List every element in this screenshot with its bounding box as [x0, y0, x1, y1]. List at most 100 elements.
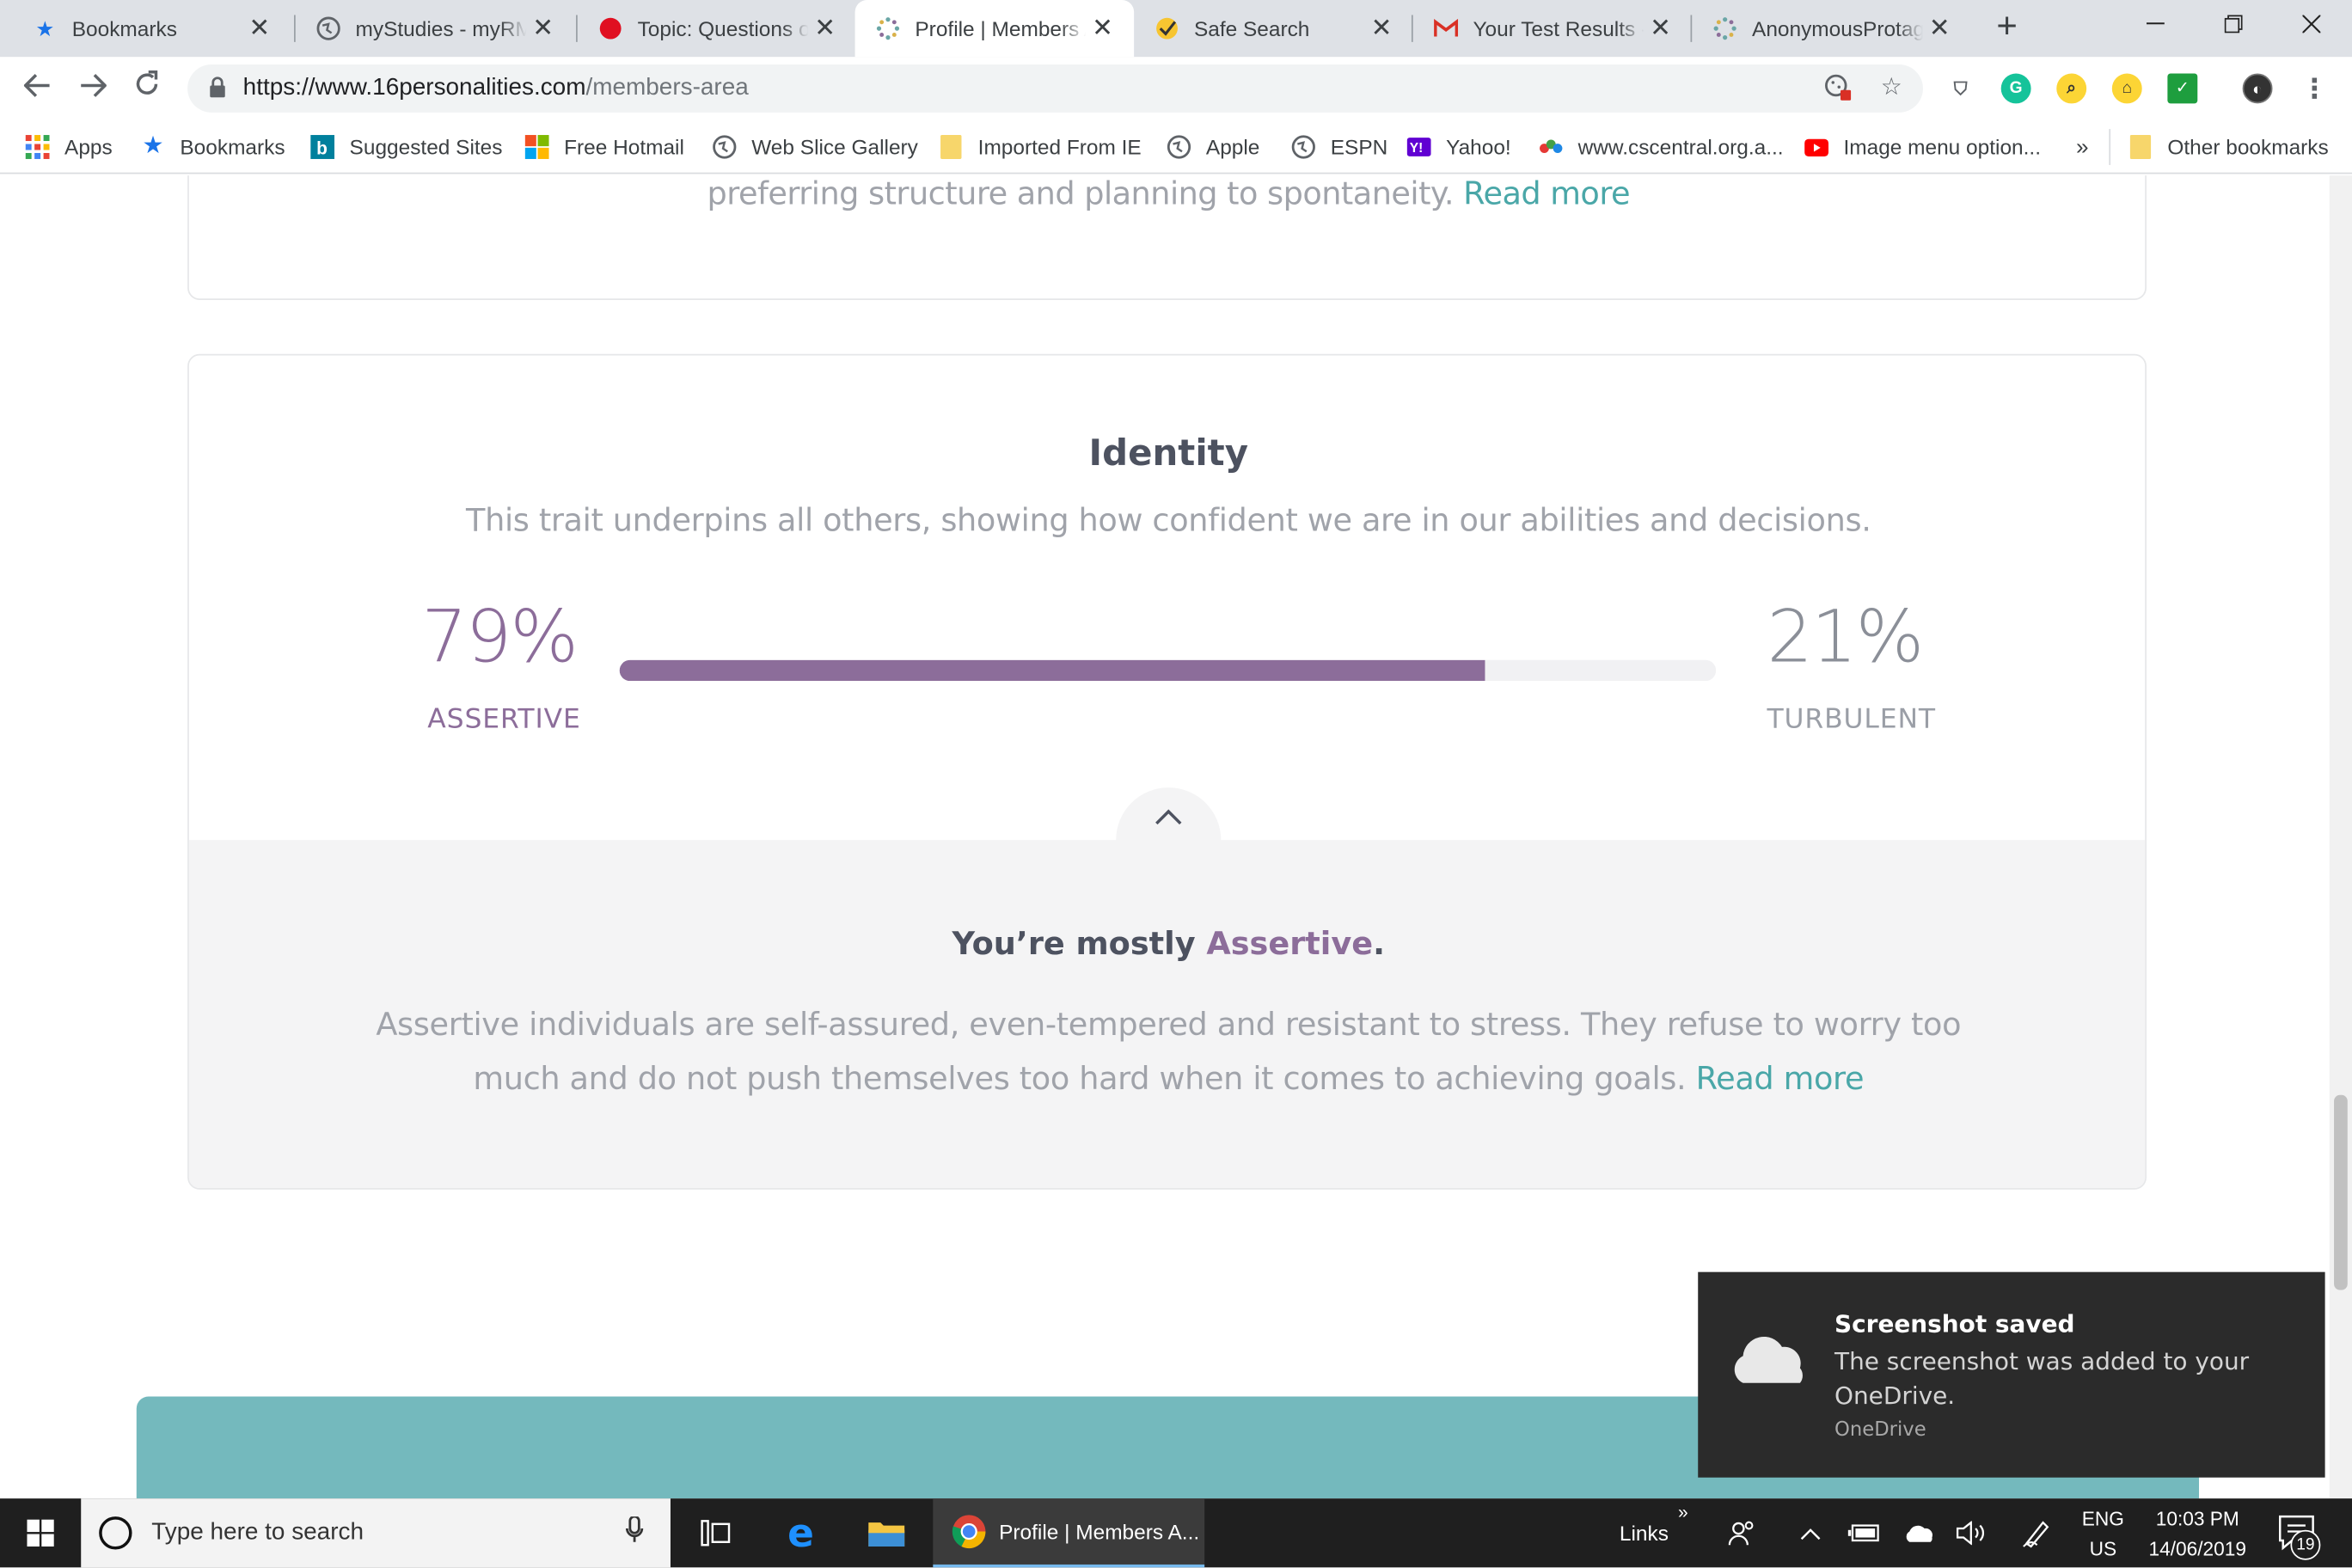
chevron-up-icon — [1155, 809, 1182, 825]
globe-icon — [1291, 135, 1315, 159]
trait-description: This trait underpins all others, showing… — [466, 502, 1871, 539]
read-more-link[interactable]: Read more — [1696, 1061, 1865, 1097]
notification-count-badge: 19 — [2290, 1529, 2321, 1560]
address-bar[interactable]: https://www.16personalities.com/members-… — [187, 64, 1923, 113]
battery-icon[interactable] — [1845, 1498, 1883, 1567]
profile-avatar[interactable]: ◐ — [2242, 73, 2273, 104]
bookmark-bookmarks[interactable]: ★ Bookmarks — [141, 129, 285, 165]
taskbar-chrome-button[interactable]: Profile | Members A... — [933, 1498, 1205, 1568]
close-icon[interactable]: ✕ — [526, 14, 559, 44]
blocked-cookies-icon[interactable] — [1822, 74, 1853, 104]
taskbar-chrome-label: Profile | Members A... — [999, 1519, 1200, 1544]
start-button[interactable] — [0, 1498, 81, 1567]
taskbar-search-box[interactable]: Type here to search — [81, 1498, 671, 1568]
previous-trait-card: preferring structure and planning to spo… — [187, 175, 2147, 300]
bookmark-cscentral[interactable]: www.cscentral.org.a... — [1539, 129, 1784, 165]
minimize-button[interactable] — [2116, 0, 2195, 48]
chevron-up-icon[interactable] — [1792, 1498, 1828, 1567]
close-window-button[interactable] — [2273, 0, 2351, 48]
bookmarks-overflow-button[interactable]: » — [2076, 129, 2089, 165]
volume-icon[interactable] — [1953, 1498, 1992, 1567]
input-language[interactable]: ENG US — [2078, 1504, 2128, 1565]
tab-test-results[interactable]: Your Test Results - 16P ✕ — [1413, 0, 1693, 57]
bookmark-star-icon[interactable]: ☆ — [1877, 74, 1907, 104]
close-icon[interactable]: ✕ — [809, 14, 842, 44]
edge-icon[interactable]: e — [780, 1510, 824, 1555]
collapse-toggle-button[interactable] — [1116, 787, 1222, 845]
folder-icon — [2128, 135, 2153, 159]
windows-start-icon — [27, 1519, 54, 1547]
lock-icon — [210, 77, 225, 98]
tab-title: Profile | Members Area — [915, 16, 1086, 41]
bookmark-label: ESPN — [1330, 135, 1388, 159]
tab-topic-questions[interactable]: Topic: Questions on ✕ — [578, 0, 857, 57]
pen-workspace-icon[interactable] — [2016, 1498, 2058, 1567]
bookmark-label: Suggested Sites — [349, 135, 503, 159]
identity-trait-card: Identity This trait underpins all others… — [187, 353, 2147, 1190]
restore-button[interactable] — [2195, 0, 2273, 48]
extension-check-icon[interactable]: ✓ — [2167, 73, 2198, 104]
extension-search-icon[interactable]: ⌕ — [2056, 73, 2087, 104]
back-button[interactable] — [20, 70, 56, 107]
task-view-icon[interactable] — [693, 1510, 738, 1555]
turbulent-label: TURBULENT — [1767, 703, 1936, 736]
bookmark-imported-from-ie[interactable]: Imported From IE — [939, 129, 1142, 165]
bookmark-other-bookmarks[interactable]: Other bookmarks — [2128, 129, 2329, 165]
url-path: /members-area — [585, 75, 749, 101]
extension-shield-icon[interactable]: ⛉ — [1945, 74, 1975, 104]
menu-kebab-icon[interactable]: ⋮ — [2300, 74, 2330, 104]
16p-icon — [1713, 16, 1737, 40]
reload-button[interactable] — [129, 70, 165, 107]
assertive-percent: 79% — [421, 595, 579, 680]
close-icon[interactable]: ✕ — [1644, 14, 1676, 44]
tab-safe-search[interactable]: Safe Search ✕ — [1134, 0, 1413, 57]
globe-icon — [713, 135, 737, 159]
tab-title: Safe Search — [1193, 16, 1310, 41]
bookmark-suggested-sites[interactable]: b Suggested Sites — [310, 129, 502, 165]
previous-trait-text: preferring structure and planning to spo… — [189, 175, 2148, 211]
16p-icon — [876, 16, 900, 40]
page-scrollbar[interactable] — [2329, 175, 2352, 1499]
chrome-icon — [952, 1515, 986, 1549]
bookmark-label: Other bookmarks — [2167, 135, 2329, 159]
bookmarks-bar: Apps ★ Bookmarks b Suggested Sites Free … — [0, 119, 2352, 175]
bookmark-label: Web Slice Gallery — [751, 135, 918, 159]
file-explorer-icon[interactable] — [864, 1510, 909, 1555]
close-icon[interactable]: ✕ — [243, 14, 276, 44]
grammarly-icon[interactable]: G — [2000, 73, 2031, 104]
extension-home-icon[interactable]: ⌂ — [2111, 73, 2142, 104]
new-tab-button[interactable]: + — [1989, 9, 2025, 45]
close-icon[interactable]: ✕ — [1365, 14, 1398, 44]
tab-profile-members[interactable]: Profile | Members Area ✕ — [854, 0, 1135, 58]
links-overflow-icon[interactable]: » — [1668, 1478, 1698, 1547]
apps-grid-icon — [25, 135, 50, 159]
microphone-icon[interactable] — [625, 1515, 644, 1551]
check-icon — [1155, 16, 1179, 40]
tab-mystudies[interactable]: myStudies - myRMIT ✕ — [296, 0, 575, 57]
close-icon[interactable]: ✕ — [1086, 14, 1118, 44]
read-more-link[interactable]: Read more — [1463, 175, 1630, 211]
bookmark-espn[interactable]: ESPN — [1291, 129, 1387, 165]
red-badge-icon — [598, 16, 622, 40]
forward-button[interactable] — [75, 70, 111, 107]
taskbar-clock[interactable]: 10:03 PM 14/06/2019 — [2137, 1504, 2257, 1565]
svg-text:b: b — [316, 139, 328, 159]
scrollbar-thumb[interactable] — [2334, 1094, 2348, 1290]
bookmark-web-slice-gallery[interactable]: Web Slice Gallery — [713, 129, 918, 165]
bookmark-apple[interactable]: Apple — [1167, 129, 1259, 165]
bookmark-image-menu-option[interactable]: Image menu option... — [1804, 129, 2041, 165]
people-icon[interactable] — [1722, 1498, 1761, 1567]
bookmark-free-hotmail[interactable]: Free Hotmail — [524, 129, 684, 165]
trait-summary: You’re mostly Assertive. — [189, 925, 2145, 962]
bookmark-yahoo[interactable]: Y! Yahoo! — [1406, 129, 1511, 165]
tab-title: Topic: Questions on — [637, 16, 809, 41]
onedrive-cloud-icon[interactable] — [1899, 1498, 1938, 1567]
close-icon[interactable]: ✕ — [1923, 14, 1956, 44]
tab-bookmarks[interactable]: ★ Bookmarks ✕ — [12, 0, 291, 57]
bookmark-apps[interactable]: Apps — [25, 129, 113, 165]
cloud-icon — [1734, 1336, 1803, 1383]
tab-title: AnonymousProtagonist — [1752, 16, 1923, 41]
tab-anonymous-protagonist[interactable]: AnonymousProtagonist ✕ — [1692, 0, 1971, 57]
summary-prefix: You’re mostly — [952, 925, 1196, 962]
onedrive-toast[interactable]: Screenshot saved The screenshot was adde… — [1698, 1271, 2325, 1478]
